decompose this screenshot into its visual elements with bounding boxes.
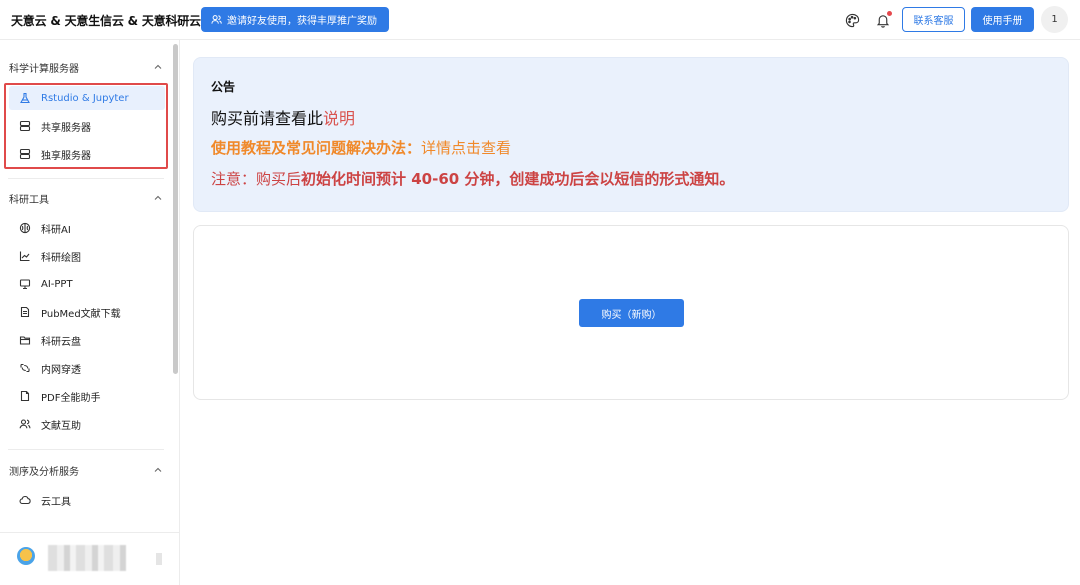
notice-bold-text: 初始化时间预计 40-60 分钟，创建成功后会以短信的形式通知。 [301,170,735,188]
users-icon [211,15,222,24]
sidebar-item-research-cloud-drive[interactable]: 科研云盘 [9,328,165,352]
sidebar-item-literature-help[interactable]: 文献互助 [9,412,165,436]
sidebar-item-label: PubMed文献下载 [41,308,121,320]
tutorial-link[interactable]: 详情点击查看 [421,139,511,157]
line-chart-icon [19,251,30,262]
chevron-up-icon[interactable] [153,193,163,203]
sidebar-item-label: 科研绘图 [41,252,81,264]
top-header: 天意云 & 天意生信云 & 天意科研云 邀请好友使用，获得丰厚推广奖励 联系客服… [0,0,1080,40]
contact-support-button[interactable]: 联系客服 [902,7,965,32]
announcement-line-tutorial[interactable]: 使用教程及常见问题解决办法：详情点击查看 [211,137,511,158]
sidebar-item-label: 科研云盘 [41,336,81,348]
sidebar-item-pubmed-download[interactable]: PubMed文献下载 [9,300,165,324]
document-icon [20,306,30,318]
sidebar-item-label: 文献互助 [41,420,81,432]
sidebar-item-cloud-tools[interactable]: 云工具 [9,488,165,512]
brain-icon [19,222,31,234]
brand-title: 天意云 & 天意生信云 & 天意科研云 [11,14,201,28]
sidebar: 科学计算服务器 Rstudio & Jupyter 共享服务器 独享服务器 科研… [0,40,180,585]
bell-icon[interactable] [874,11,892,29]
blurred-username [48,545,126,571]
highlight-annotation-box [4,83,168,169]
blurred-detail [156,553,162,565]
announcement-line-notice: 注意：购买后初始化时间预计 40-60 分钟，创建成功后会以短信的形式通知。 [211,168,734,189]
sidebar-group-title[interactable]: 测序及分析服务 [9,463,79,478]
sidebar-divider [8,178,164,179]
announcement-line-instructions: 购买前请查看此说明 [211,105,355,129]
sidebar-group-title[interactable]: 科学计算服务器 [9,60,79,75]
tutorial-heading: 使用教程及常见问题解决办法： [211,139,422,157]
chevron-up-icon[interactable] [153,62,163,72]
sidebar-group-title[interactable]: 科研工具 [9,191,49,206]
buy-new-button[interactable]: 购买（新购） [579,299,684,327]
palette-icon[interactable] [843,11,861,29]
notification-dot [887,11,892,16]
cloud-icon [19,495,31,505]
sidebar-item-pdf-assistant[interactable]: PDF全能助手 [9,384,165,408]
invite-label: 邀请好友使用，获得丰厚推广奖励 [227,16,377,27]
avatar [17,547,35,565]
announcement-title: 公告 [211,80,236,94]
invite-friends-button[interactable]: 邀请好友使用，获得丰厚推广奖励 [201,7,389,32]
avatar[interactable]: 1 [1041,6,1068,33]
presentation-icon [19,279,31,290]
sidebar-item-research-plotting[interactable]: 科研绘图 [9,244,165,268]
sidebar-item-label: AI-PPT [41,278,73,290]
instructions-link[interactable]: 说明 [323,109,355,128]
user-manual-button[interactable]: 使用手册 [971,7,1034,32]
users-icon [19,419,31,429]
notice-prefix: 注意：购买后 [211,170,302,188]
sidebar-divider [8,449,164,450]
sidebar-item-research-ai[interactable]: 科研AI [9,216,165,240]
sidebar-user-profile[interactable] [0,532,179,584]
sidebar-item-label: 云工具 [41,496,71,508]
sidebar-item-label: 科研AI [41,224,71,236]
announcement-panel: 公告 购买前请查看此说明 使用教程及常见问题解决办法：详情点击查看 注意：购买后… [193,57,1069,212]
announcement-text: 购买前请查看此 [211,109,324,128]
sidebar-item-ai-ppt[interactable]: AI-PPT [9,272,165,296]
sidebar-item-label: PDF全能助手 [41,392,101,404]
purchase-card: 购买（新购） [193,225,1069,400]
chevron-up-icon[interactable] [153,465,163,475]
folder-icon [19,336,31,345]
sidebar-scrollbar[interactable] [173,44,178,374]
file-icon [20,390,30,402]
network-icon [20,363,30,373]
sidebar-item-label: 内网穿透 [41,364,81,376]
sidebar-item-intranet-tunnel[interactable]: 内网穿透 [9,356,165,380]
